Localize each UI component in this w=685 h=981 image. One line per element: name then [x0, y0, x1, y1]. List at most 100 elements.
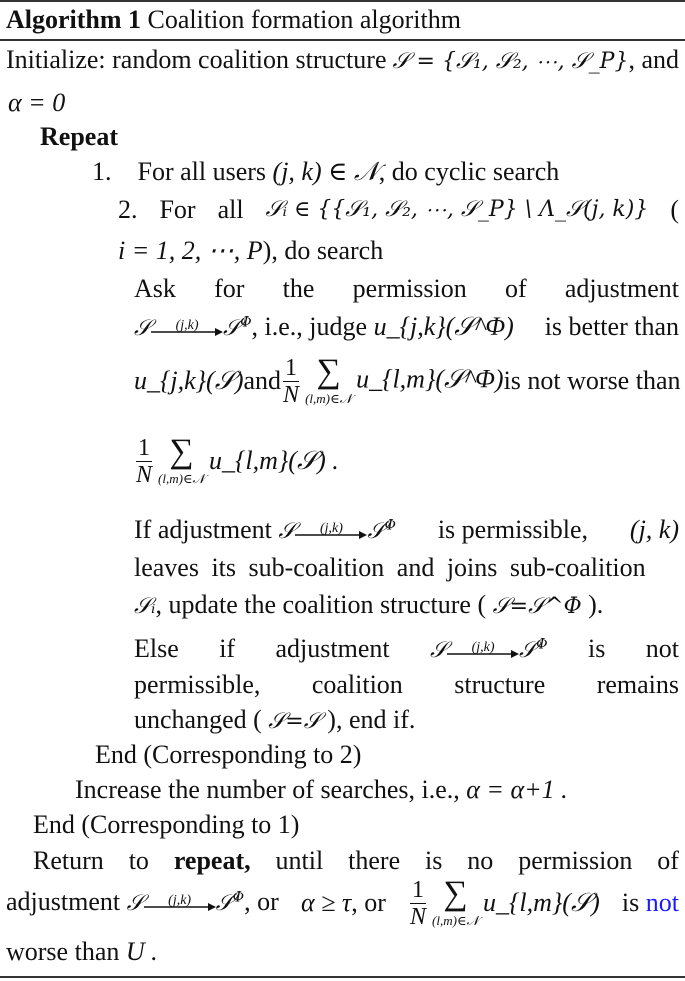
- bottom-rule: [0, 976, 685, 978]
- end-step-2: End (Corresponding to 2): [95, 740, 362, 769]
- word: remains: [596, 670, 679, 699]
- top-rule: [0, 0, 685, 2]
- ask-line-2: 𝒮 (j,k) 𝒮Φ, i.e., judge u_{j,k}(𝒮^Φ) is be…: [134, 312, 679, 344]
- word: to: [128, 846, 149, 875]
- init-alpha: α = 0: [8, 88, 66, 117]
- fraction: 1N: [283, 354, 300, 408]
- if-close: ).: [588, 590, 604, 619]
- else-line-2: permissible, coalition structure remains: [134, 670, 679, 700]
- sum-icon: ∑ (l,m)∈𝒩: [305, 353, 353, 406]
- word: Else: [134, 634, 179, 663]
- step-2-math: 𝒮ᵢ ∈ {{𝒮₁, 𝒮₂, ⋯, 𝒮_P} \ Λ_𝒮(j, k)}: [265, 197, 649, 222]
- if-user: (j, k): [629, 515, 679, 544]
- return-worse-than: worse than: [6, 937, 120, 966]
- ask-line-1: Ask for the permission of adjustment: [134, 274, 679, 304]
- word: of: [657, 846, 679, 875]
- init-and: , and: [628, 45, 679, 74]
- if-subcoalition: 𝒮ᵢ: [134, 594, 156, 619]
- if-line-1: If adjustment 𝒮 (j,k) 𝒮Φ is permissible, (…: [134, 515, 679, 547]
- fraction: 1N: [136, 434, 153, 488]
- adjustment-arrow-icon: (j,k): [295, 521, 368, 542]
- algorithm-caption: Algorithm 1 Coalition formation algorith…: [6, 5, 461, 35]
- step-1: 1. For all users (j, k) ∈ 𝒩, do cyclic s…: [92, 157, 559, 187]
- else-line-1: Else if adjustment 𝒮 (j,k) 𝒮Φ is not: [134, 634, 679, 666]
- init-line: Initialize: random coalition structure 𝒮…: [6, 45, 679, 77]
- word: coalition: [311, 670, 403, 699]
- word: the: [282, 274, 315, 303]
- step-2-range-line: i = 1, 2, ⋯, P), do search: [118, 236, 383, 266]
- return-line-3: worse than U .: [6, 937, 158, 967]
- ask-sum-term-2: u_{l,m}(𝒮) .: [209, 446, 339, 475]
- return-or: , or: [244, 887, 279, 916]
- word: there: [348, 846, 401, 875]
- ask-utility: u_{j,k}(𝒮^Φ): [373, 312, 514, 341]
- word: structure: [454, 670, 546, 699]
- else-equation: 𝒮=𝒮: [268, 709, 321, 734]
- increase-text: Increase the number of searches, i.e.,: [75, 775, 460, 804]
- if-permissible: is permissible,: [437, 515, 589, 544]
- return-sum-term: u_{l,m}(𝒮): [483, 888, 600, 917]
- return-U: U .: [125, 937, 158, 966]
- increase-math: α = α+1 .: [466, 775, 568, 804]
- adjustment-arrow-icon: (j,k): [143, 893, 216, 914]
- step-2-range: i = 1, 2, ⋯, P: [118, 236, 263, 265]
- word: adjustment: [275, 634, 390, 663]
- step-1-number: 1.: [92, 157, 112, 186]
- word: permission: [352, 274, 467, 303]
- return-or-2: , or: [351, 888, 386, 917]
- ask-line-3: u_{j,k}(𝒮) and 1 N ∑ (l,m)∈𝒩 u_{l,m}(𝒮^Φ) is…: [134, 353, 681, 408]
- step-2-number: 2.: [118, 195, 138, 224]
- adjustment-arrow-icon: (j,k): [151, 318, 224, 339]
- adjustment-arrow-icon: (j,k): [447, 640, 520, 661]
- word: if: [219, 634, 236, 663]
- else-line-3: unchanged ( 𝒮=𝒮 ), end if.: [134, 705, 415, 737]
- word: no: [467, 846, 494, 875]
- ask-not-worse: is not worse than: [503, 366, 681, 395]
- ask-sum-term: u_{l,m}(𝒮^Φ): [356, 363, 504, 393]
- algorithm-label: Algorithm 1: [6, 5, 142, 34]
- init-text: Initialize: random coalition structure: [6, 45, 387, 74]
- word: adjustment: [564, 274, 679, 303]
- if-equation: 𝒮=𝒮^Φ: [492, 594, 582, 619]
- return-line-2: adjustment 𝒮 (j,k) 𝒮Φ, or α ≥ τ, or 1 N ∑ (l,…: [6, 875, 679, 930]
- repeat-keyword: Repeat: [40, 122, 118, 151]
- step-1-tail: , do cyclic search: [378, 157, 560, 186]
- return-is: is: [621, 888, 640, 917]
- step-2-tail: ), do search: [262, 236, 384, 265]
- highlighted-not: not: [645, 888, 679, 917]
- word: until: [275, 846, 324, 875]
- step-2-for: For: [159, 195, 196, 224]
- algorithm-title: Coalition formation algorithm: [147, 5, 461, 34]
- step-2-paren: (: [670, 195, 679, 224]
- if-leaves: leaves its sub-coalition and joins sub-c…: [134, 553, 646, 582]
- if-line-3: 𝒮ᵢ, update the coalition structure ( 𝒮=𝒮…: [134, 590, 603, 622]
- word: permission: [518, 846, 633, 875]
- repeat-keyword-ref: repeat,: [173, 846, 251, 875]
- ask-and: and: [243, 366, 282, 395]
- else-end-if: ), end if.: [327, 705, 416, 734]
- word: Ask: [134, 274, 176, 303]
- ask-utility-s: u_{j,k}(𝒮): [134, 366, 244, 395]
- return-adjustment: adjustment: [6, 887, 121, 916]
- sum-icon: ∑ (l,m)∈𝒩: [432, 875, 480, 928]
- word: is: [587, 634, 606, 663]
- else-unchanged: unchanged (: [134, 705, 262, 734]
- if-update: , update the coalition structure (: [155, 590, 487, 619]
- if-text: If adjustment: [134, 515, 272, 544]
- word: for: [214, 274, 245, 303]
- end-step-1: End (Corresponding to 1): [33, 810, 300, 839]
- increase-line: Increase the number of searches, i.e., α…: [75, 775, 568, 805]
- step-1-math: (j, k) ∈ 𝒩: [272, 157, 379, 186]
- word: not: [645, 634, 679, 663]
- step-1-text: For all users: [137, 157, 267, 186]
- step-2-all: all: [217, 195, 244, 224]
- fraction: 1N: [410, 876, 427, 930]
- caption-rule: [0, 39, 685, 41]
- ask-line-4: 1 N ∑ (l,m)∈𝒩 u_{l,m}(𝒮) .: [134, 434, 339, 488]
- word: is: [425, 846, 443, 875]
- return-line-1: Return to repeat, until there is no perm…: [33, 846, 679, 876]
- step-2: 2. For all 𝒮ᵢ ∈ {{𝒮₁, 𝒮₂, ⋯, 𝒮_P} \ Λ_𝒮(…: [118, 195, 679, 225]
- word: Return: [33, 846, 104, 875]
- return-threshold: α ≥ τ: [300, 888, 352, 917]
- ask-ie: , i.e., judge: [251, 312, 368, 341]
